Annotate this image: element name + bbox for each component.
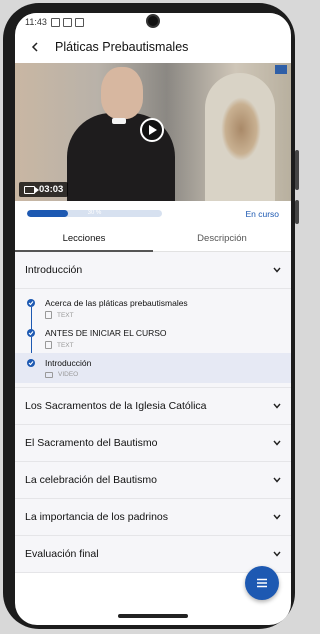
lesson-title: ANTES DE INICIAR EL CURSO bbox=[45, 328, 167, 338]
chevron-down-icon bbox=[273, 402, 281, 410]
lesson-title: Introducción bbox=[45, 358, 92, 368]
power-button bbox=[295, 200, 299, 224]
chevron-down-icon bbox=[273, 550, 281, 558]
section-title: Introducción bbox=[25, 264, 83, 276]
play-button[interactable] bbox=[140, 118, 164, 142]
volume-button bbox=[295, 150, 299, 190]
tab-descripcion[interactable]: Descripción bbox=[153, 226, 291, 251]
chevron-down-icon bbox=[273, 513, 281, 521]
lesson-item[interactable]: Acerca de las pláticas prebautismales TE… bbox=[15, 293, 291, 323]
section-header-padrinos[interactable]: La importancia de los padrinos bbox=[15, 499, 291, 536]
course-progress: 30 % En curso bbox=[15, 201, 291, 226]
video-icon bbox=[45, 371, 53, 378]
status-notification-icons bbox=[50, 17, 84, 27]
section-title: Los Sacramentos de la Iglesia Católica bbox=[25, 400, 207, 412]
section-lessons: Acerca de las pláticas prebautismales TE… bbox=[15, 289, 291, 388]
back-button[interactable] bbox=[23, 35, 47, 59]
document-icon bbox=[45, 341, 52, 349]
section-header-celebracion[interactable]: La celebración del Bautismo bbox=[15, 462, 291, 499]
lesson-type-label: VIDEO bbox=[58, 371, 79, 378]
video-presenter-collar bbox=[112, 118, 126, 124]
video-presenter-head bbox=[101, 67, 143, 119]
section-header-evaluacion[interactable]: Evaluación final bbox=[15, 536, 291, 573]
channel-logo bbox=[275, 65, 287, 74]
tab-bar: Lecciones Descripción bbox=[15, 226, 291, 252]
front-camera bbox=[146, 14, 160, 28]
section-header-introduccion[interactable]: Introducción bbox=[15, 252, 291, 289]
home-indicator bbox=[118, 614, 188, 618]
section-header-sacramentos[interactable]: Los Sacramentos de la Iglesia Católica bbox=[15, 388, 291, 425]
menu-fab-button[interactable] bbox=[245, 566, 279, 600]
lesson-type-label: TEXT bbox=[57, 341, 74, 349]
video-player[interactable]: 03:03 bbox=[15, 63, 291, 201]
chevron-down-icon bbox=[273, 439, 281, 447]
lesson-type: TEXT bbox=[45, 341, 291, 349]
video-duration: 03:03 bbox=[39, 184, 64, 195]
back-arrow-icon bbox=[31, 42, 38, 52]
lesson-type: TEXT bbox=[45, 311, 291, 319]
lesson-type: VIDEO bbox=[45, 371, 291, 378]
status-time: 11:43 bbox=[25, 17, 47, 27]
section-title: El Sacramento del Bautismo bbox=[25, 437, 158, 449]
app-bar: Pláticas Prebautismales bbox=[15, 31, 291, 63]
section-title: Evaluación final bbox=[25, 548, 99, 560]
check-circle-icon bbox=[27, 329, 35, 337]
check-circle-icon bbox=[27, 299, 35, 307]
progress-label: 30 % bbox=[87, 210, 102, 216]
phone-frame: 11:43 Pláticas Prebautismales 03:03 30 %… bbox=[3, 3, 295, 629]
chevron-down-icon bbox=[273, 266, 281, 274]
lesson-title: Acerca de las pláticas prebautismales bbox=[45, 298, 188, 308]
section-title: La celebración del Bautismo bbox=[25, 474, 157, 486]
document-icon bbox=[45, 311, 52, 319]
lessons-list: Introducción Acerca de las pláticas preb… bbox=[15, 252, 291, 573]
app-screen: 11:43 Pláticas Prebautismales 03:03 30 %… bbox=[15, 13, 291, 625]
check-circle-icon bbox=[27, 359, 35, 367]
lesson-item-active[interactable]: Introducción VIDEO bbox=[15, 353, 291, 383]
menu-icon bbox=[257, 578, 267, 588]
notification-icon bbox=[62, 17, 72, 27]
progress-bar: 30 % bbox=[27, 210, 162, 217]
video-camera-icon bbox=[24, 185, 39, 194]
page-title: Pláticas Prebautismales bbox=[55, 40, 189, 54]
play-icon bbox=[149, 125, 157, 135]
chevron-down-icon bbox=[273, 476, 281, 484]
tab-lecciones[interactable]: Lecciones bbox=[15, 226, 153, 252]
course-status: En curso bbox=[245, 208, 279, 219]
section-header-bautismo[interactable]: El Sacramento del Bautismo bbox=[15, 425, 291, 462]
section-title: La importancia de los padrinos bbox=[25, 511, 169, 523]
notification-icon bbox=[50, 17, 60, 27]
video-background-plant bbox=[221, 97, 261, 161]
lesson-type-label: TEXT bbox=[57, 311, 74, 319]
notification-icon bbox=[74, 17, 84, 27]
video-duration-badge: 03:03 bbox=[19, 182, 69, 197]
lesson-item[interactable]: ANTES DE INICIAR EL CURSO TEXT bbox=[15, 323, 291, 353]
